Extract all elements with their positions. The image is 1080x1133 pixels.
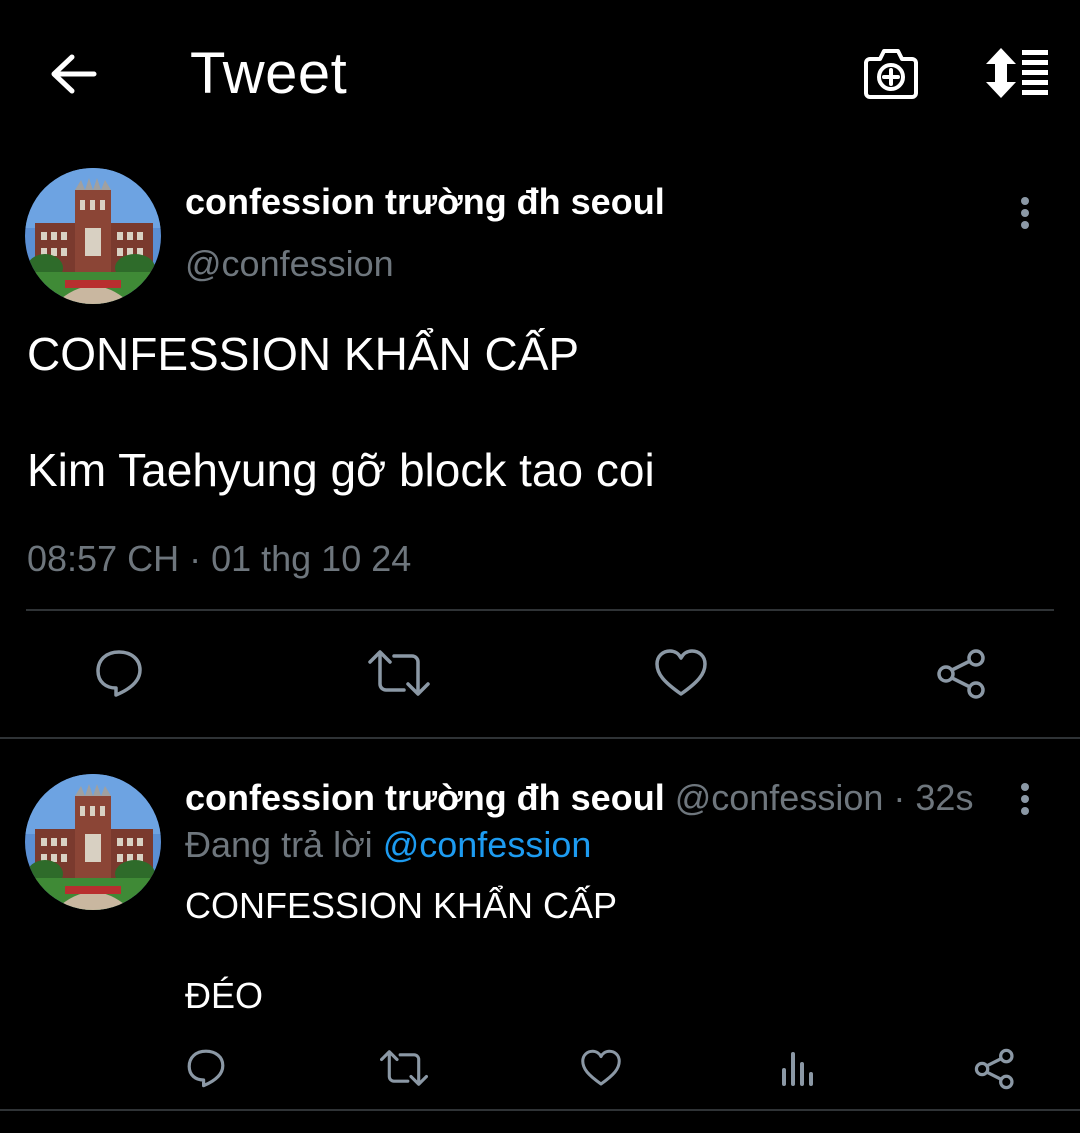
replying-to-link[interactable]: @confession (383, 824, 592, 865)
display-name[interactable]: confession trường đh seoul (185, 180, 665, 224)
user-handle[interactable]: @confession (185, 242, 394, 286)
camera-plus-icon[interactable] (862, 45, 920, 101)
replying-to-prefix: Đang trả lời (185, 824, 373, 865)
back-arrow-icon[interactable] (48, 50, 98, 98)
sort-thread-icon[interactable] (982, 44, 1052, 102)
reply-icon[interactable] (94, 648, 144, 698)
divider (0, 737, 1080, 739)
avatar[interactable] (25, 168, 161, 304)
reply-handle[interactable]: @confession (675, 777, 884, 818)
page-title: Tweet (190, 41, 348, 106)
reply-text: CONFESSION KHẨN CẤP ĐÉO (185, 885, 618, 1016)
divider (0, 1109, 1080, 1111)
retweet-icon[interactable] (380, 1050, 428, 1086)
share-icon[interactable] (936, 648, 988, 700)
reply-avatar[interactable] (25, 774, 161, 910)
reply-display-name[interactable]: confession trường đh seoul (185, 777, 665, 818)
tweet-timestamp[interactable]: 08:57 CH · 01 thg 10 24 (27, 537, 411, 581)
reply-time-separator: · (893, 777, 906, 818)
reply-time: 32s (915, 777, 974, 818)
reply-more-options-icon[interactable] (1018, 782, 1032, 816)
share-icon[interactable] (974, 1048, 1016, 1090)
like-icon[interactable] (654, 648, 708, 698)
replying-to-line: Đang trả lời @confession (185, 823, 591, 867)
views-icon[interactable] (780, 1050, 816, 1086)
reply-header: confession trường đh seoul @confession ·… (185, 776, 973, 820)
divider (26, 609, 1054, 611)
more-options-icon[interactable] (1018, 196, 1032, 230)
reply-icon[interactable] (186, 1048, 226, 1088)
tweet-text-line-2: Kim Taehyung gỡ block tao coi (27, 444, 655, 496)
tweet-text-line-1: CONFESSION KHẨN CẤP (27, 328, 580, 380)
like-icon[interactable] (580, 1049, 622, 1087)
retweet-icon[interactable] (368, 650, 430, 696)
